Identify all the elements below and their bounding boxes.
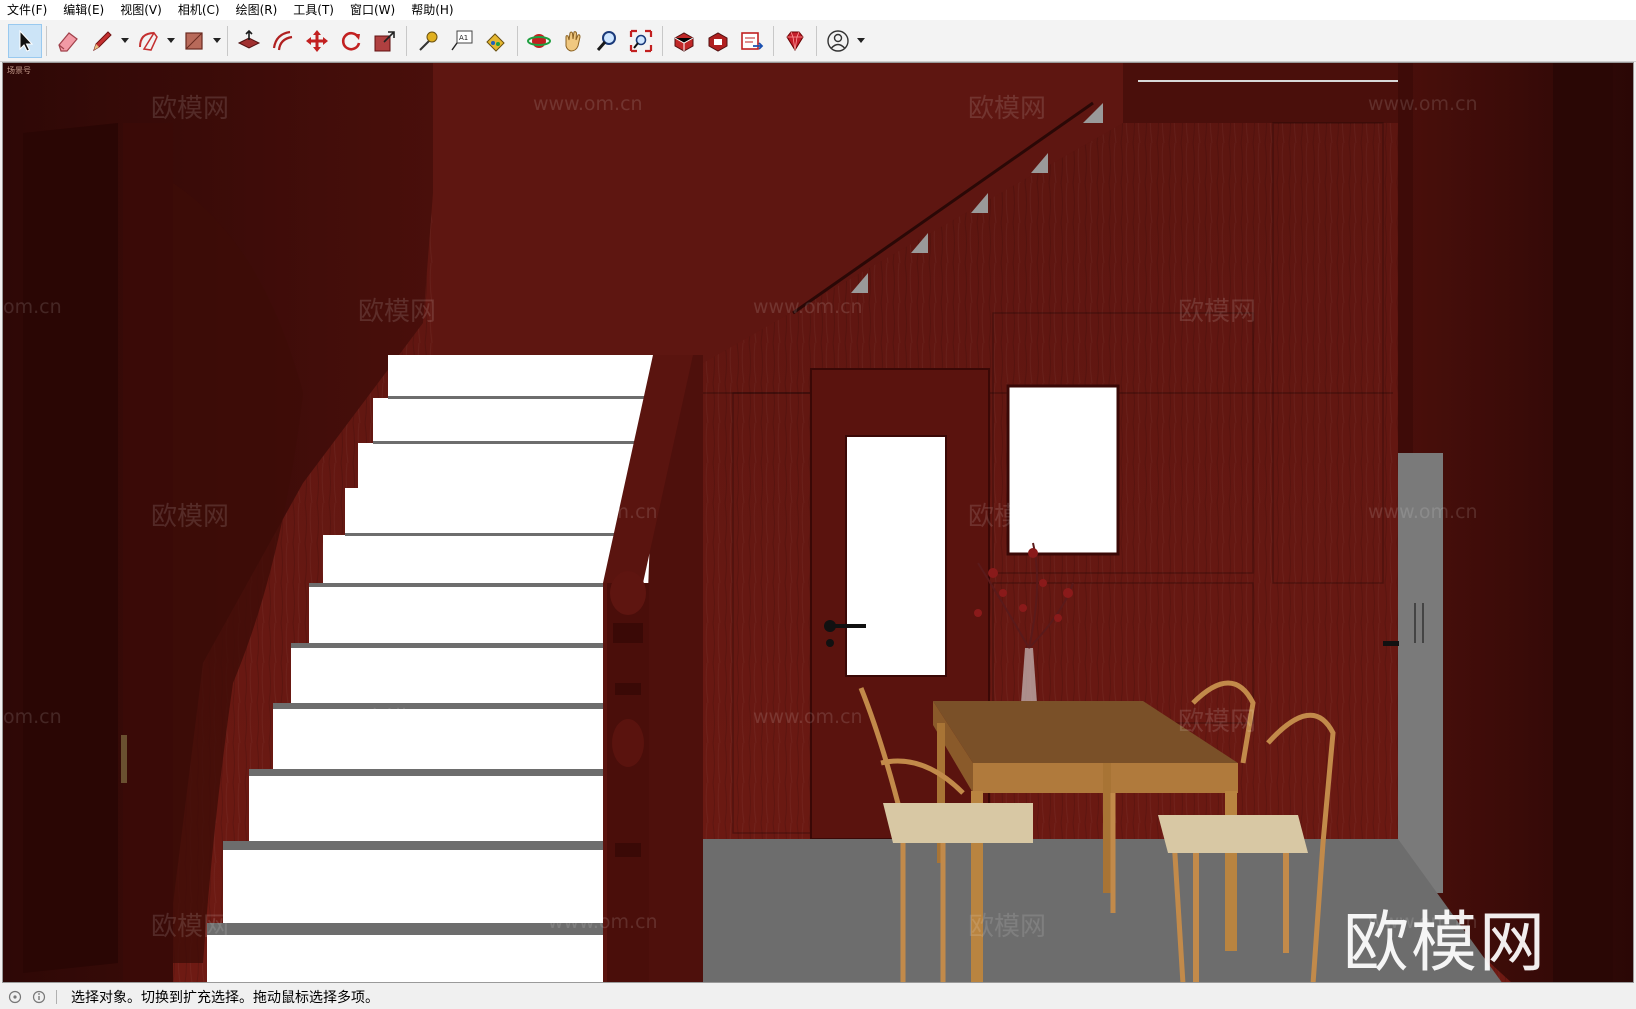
user-account-icon <box>827 29 849 52</box>
chair-seat-right <box>1158 815 1308 853</box>
pencil-icon <box>93 30 112 51</box>
menu-view[interactable]: 视图(V) <box>112 0 170 20</box>
right-pillar <box>1553 63 1613 982</box>
status-divider <box>56 990 57 1004</box>
newel-post <box>607 571 649 982</box>
menu-window[interactable]: 窗口(W) <box>342 0 403 20</box>
toolbar-separator <box>662 25 663 56</box>
hand-icon <box>565 30 581 52</box>
orbit-icon <box>527 33 551 48</box>
arc-tool-dropdown[interactable] <box>165 24 177 58</box>
pan-tool-button[interactable] <box>556 24 590 58</box>
svg-text:A1: A1 <box>459 34 468 42</box>
menu-draw[interactable]: 绘图(R) <box>228 0 286 20</box>
line-tool-dropdown[interactable] <box>119 24 131 58</box>
rectangle-tool-button[interactable] <box>177 24 211 58</box>
rectangle-tool-dropdown[interactable] <box>211 24 223 58</box>
toolbar-separator <box>46 25 47 56</box>
push-pull-icon <box>237 29 261 49</box>
toolbar-separator <box>406 25 407 56</box>
account-dropdown[interactable] <box>855 24 867 58</box>
right-door-lever <box>1383 641 1399 646</box>
left-door <box>23 123 118 973</box>
extension-manager-tool-button[interactable] <box>778 24 812 58</box>
rotate-tool-button[interactable] <box>334 24 368 58</box>
chair-leg <box>1283 853 1289 953</box>
status-bar: 选择对象。切换到扩充选择。拖动鼠标选择多项。 <box>0 985 1636 1009</box>
tape-measure-tool-button[interactable] <box>411 24 445 58</box>
chevron-down-icon <box>213 37 221 43</box>
toolbar-separator <box>517 25 518 56</box>
rotate-icon <box>341 31 361 50</box>
wall-window <box>1006 384 1120 556</box>
toolbar-separator <box>227 25 228 56</box>
text-label-icon: A1 <box>451 30 473 50</box>
line-tool-button[interactable] <box>85 24 119 58</box>
rectangle-icon <box>185 31 203 50</box>
orbit-tool-button[interactable] <box>522 24 556 58</box>
zoom-extents-tool-button[interactable] <box>624 24 658 58</box>
magnifier-icon <box>596 30 616 51</box>
left-door-handle <box>121 735 127 783</box>
toolbar-separator <box>816 25 817 56</box>
extension-warehouse-icon <box>708 31 728 52</box>
menu-file[interactable]: 文件(F) <box>0 0 55 20</box>
move-tool-button[interactable] <box>300 24 334 58</box>
arc-tool-button[interactable] <box>131 24 165 58</box>
door-lock <box>826 639 834 647</box>
upper-opening <box>1123 63 1413 123</box>
arrow-cursor-icon <box>19 29 34 52</box>
offset-icon <box>272 30 293 50</box>
warehouse-tool-button[interactable] <box>667 24 701 58</box>
account-tool-button[interactable] <box>821 24 855 58</box>
scene-render <box>3 63 1633 982</box>
chair-seat-left <box>883 803 1033 843</box>
chevron-down-icon <box>167 37 175 43</box>
door-lever <box>830 624 866 628</box>
toolbar-separator <box>773 25 774 56</box>
scale-tool-button[interactable] <box>368 24 402 58</box>
brand-watermark: 欧模网 <box>1343 904 1547 981</box>
zoom-extents-icon <box>629 29 653 52</box>
viewport-scene-tag: 场景号 <box>7 66 31 75</box>
send-to-layout-tool-button[interactable] <box>735 24 769 58</box>
layout-send-icon <box>741 31 764 50</box>
chevron-down-icon <box>857 37 865 43</box>
right-door <box>1398 453 1443 893</box>
menu-camera[interactable]: 相机(C) <box>170 0 228 20</box>
offset-tool-button[interactable] <box>266 24 300 58</box>
select-tool-button[interactable] <box>8 23 42 58</box>
credits-info-icon[interactable] <box>30 988 48 1006</box>
eraser-icon <box>58 31 78 52</box>
paint-bucket-icon <box>486 32 505 52</box>
menu-bar: 文件(F) 编辑(E) 视图(V) 相机(C) 绘图(R) 工具(T) 窗口(W… <box>0 0 1636 20</box>
3d-warehouse-icon <box>674 31 694 52</box>
status-message: 选择对象。切换到扩充选择。拖动鼠标选择多项。 <box>71 990 379 1006</box>
menu-help[interactable]: 帮助(H) <box>403 0 461 20</box>
move-arrows-icon <box>306 29 328 52</box>
tape-measure-icon <box>419 31 438 51</box>
scale-icon <box>374 30 395 51</box>
zoom-tool-button[interactable] <box>590 24 624 58</box>
left-door-frame <box>123 123 173 982</box>
chair-leg <box>1193 853 1199 982</box>
eraser-tool-button[interactable] <box>51 24 85 58</box>
main-toolbar: A1 <box>0 20 1636 62</box>
arc-icon <box>139 31 158 51</box>
model-viewport[interactable]: 场景号 欧模网 www.om.cn 欧模网 www.om.cn om.cn 欧模… <box>2 62 1634 983</box>
extension-warehouse-tool-button[interactable] <box>701 24 735 58</box>
ruby-gem-icon <box>786 31 804 51</box>
chevron-down-icon <box>121 37 129 43</box>
push-pull-tool-button[interactable] <box>232 24 266 58</box>
menu-tools[interactable]: 工具(T) <box>285 0 342 20</box>
text-tool-button[interactable]: A1 <box>445 24 479 58</box>
menu-edit[interactable]: 编辑(E) <box>55 0 112 20</box>
geolocation-icon[interactable] <box>6 988 24 1006</box>
door-glass <box>845 435 947 677</box>
paint-bucket-tool-button[interactable] <box>479 24 513 58</box>
